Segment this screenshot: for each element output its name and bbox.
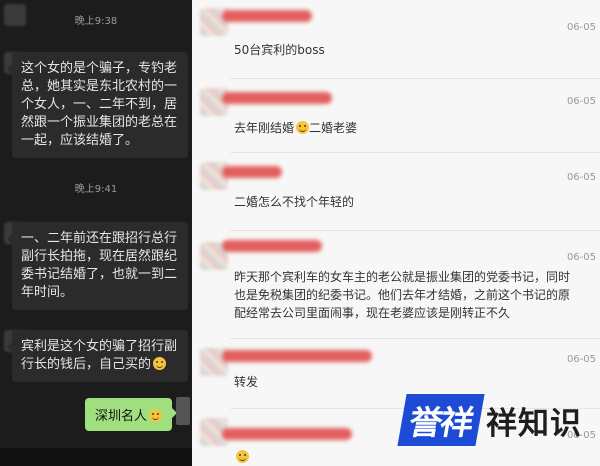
chat-message[interactable]: 一、二年前还在跟招行总行副行长拍拖，现在居然跟纪委书记结婚了，也就一到二年时间。 xyxy=(7,222,188,310)
comment-text: 去年刚结婚 二婚老婆 xyxy=(234,119,357,138)
smile-emoji-icon xyxy=(153,357,167,370)
comment-date: 06-05 xyxy=(566,252,596,263)
chat-timestamp: 晚上9:41 xyxy=(74,184,118,195)
my-message-text: 深圳名人 xyxy=(94,409,147,424)
comment-text-line: 配经常去公司里面闹事，现在老婆应该是刚转正不久 xyxy=(234,306,511,320)
smile-emoji-icon xyxy=(149,409,162,422)
comment-text: 转发 xyxy=(234,375,259,389)
chat-panel: 晚上9:38 这个女的是个骗子，专钓老总，她其实是东北农村的一个女人，一、二年不… xyxy=(0,0,192,466)
comment-text-part: 二婚老婆 xyxy=(309,121,358,135)
commenter-name-redacted xyxy=(222,166,282,178)
chat-message[interactable]: 宾利是这个女的骗了招行副行长的钱后，自己买的 xyxy=(7,330,188,382)
commenter-name-redacted xyxy=(222,240,322,252)
laugh-emoji-icon xyxy=(236,450,249,463)
chat-message[interactable]: 这个女的是个骗子，专钓老总，她其实是东北农村的一个女人，一、二年不到，居然跟一个… xyxy=(7,52,188,158)
commenter-name-redacted xyxy=(222,10,312,22)
chat-bottom-bar xyxy=(0,448,192,466)
comment-divider xyxy=(230,230,600,231)
comment-date: 06-05 xyxy=(566,22,596,33)
watermark-text: 祥知识 xyxy=(486,405,582,442)
comment-date: 06-05 xyxy=(566,96,596,107)
comment-text xyxy=(234,448,249,466)
comment-divider xyxy=(230,338,600,339)
comment-divider xyxy=(230,78,600,79)
comment-divider xyxy=(230,152,600,153)
watermark-logo: 誉祥 祥知识 xyxy=(397,390,582,450)
comment-text-line: 也是免税集团的纪委书记。他们去年才结婚，之前这个书记的原 xyxy=(234,288,571,302)
my-avatar[interactable] xyxy=(176,397,190,425)
comment-date: 06-05 xyxy=(566,354,596,365)
my-chat-message[interactable]: 深圳名人 xyxy=(84,398,178,431)
laugh-emoji-icon xyxy=(296,121,310,134)
watermark-badge-text: 誉祥 xyxy=(406,403,475,442)
comment-text-part: 去年刚结婚 xyxy=(234,121,295,135)
commenter-name-redacted xyxy=(222,92,332,104)
watermark-badge: 誉祥 xyxy=(397,394,485,446)
chat-timestamp: 晚上9:38 xyxy=(74,16,118,27)
commenter-name-redacted xyxy=(222,350,372,362)
comment-text-line: 昨天那个宾利车的女车主的老公就是振业集团的党委书记，同时 xyxy=(234,270,571,284)
comment-text: 50台宾利的boss xyxy=(234,43,325,57)
commenter-name-redacted xyxy=(222,428,352,440)
comment-text: 二婚怎么不找个年轻的 xyxy=(234,195,355,209)
comment-date: 06-05 xyxy=(566,172,596,183)
